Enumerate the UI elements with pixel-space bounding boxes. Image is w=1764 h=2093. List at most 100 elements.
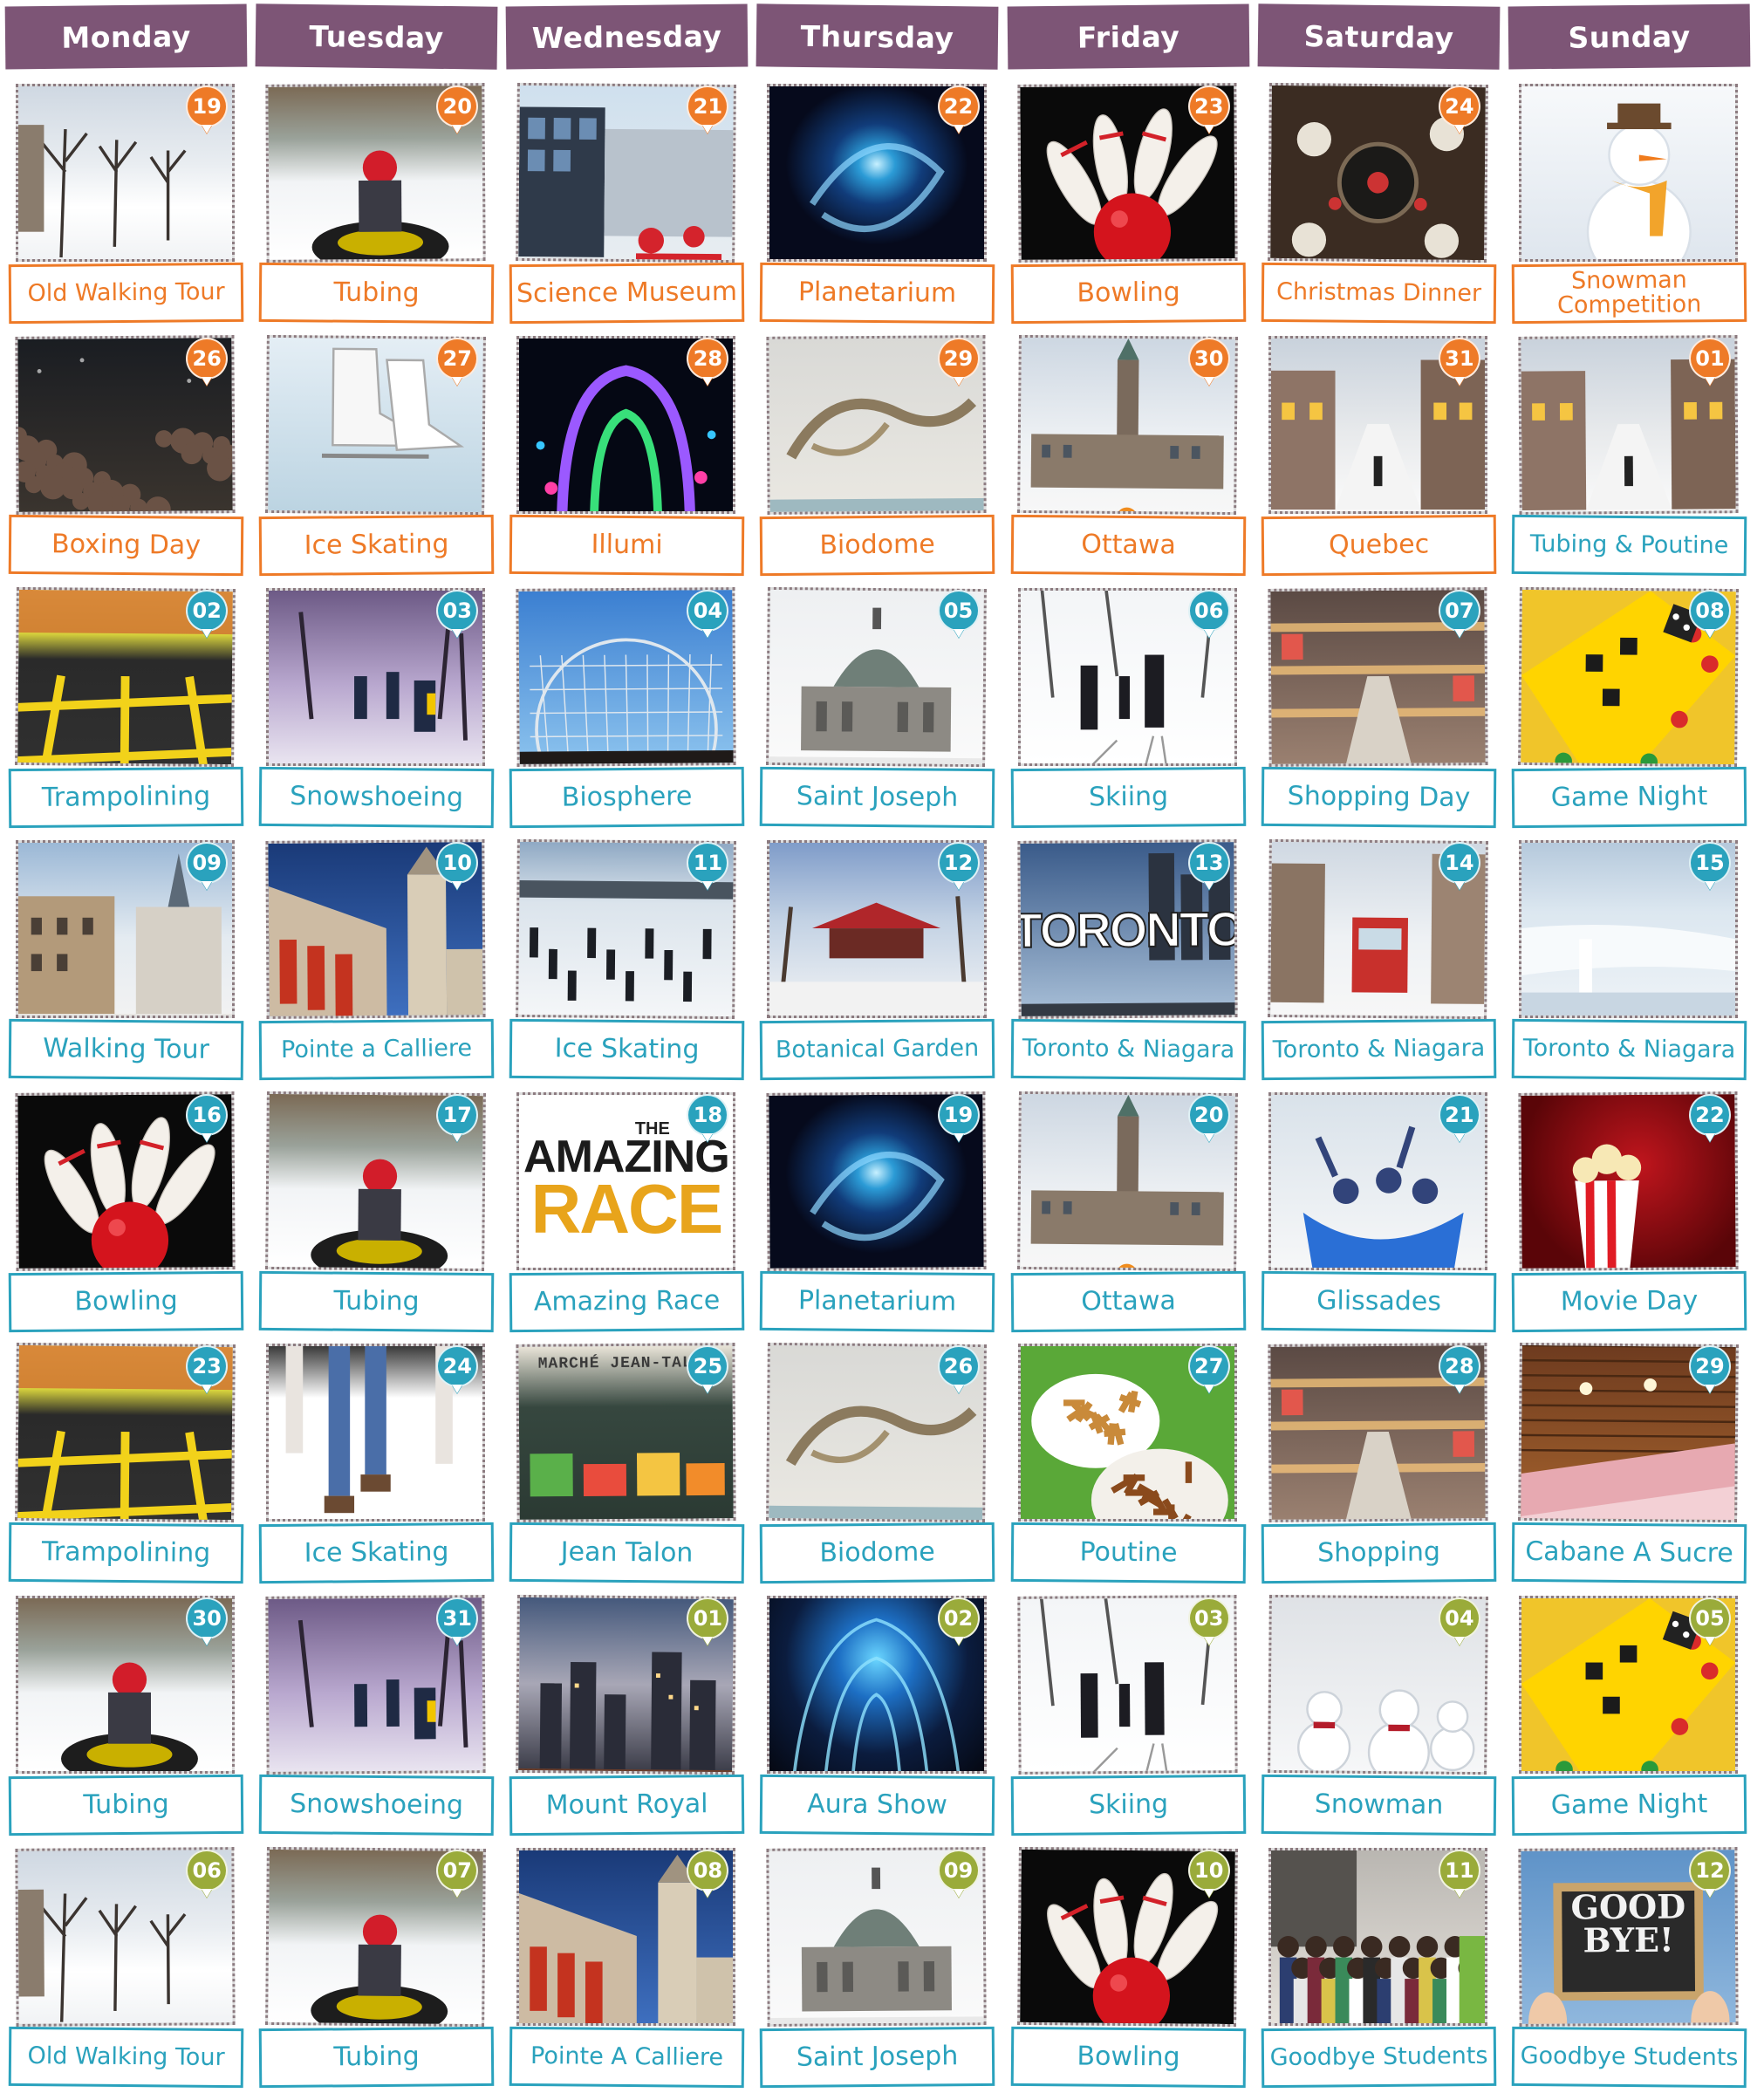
date-badge-pointer <box>1203 1385 1214 1395</box>
activity-card[interactable]: 26 Boxing Day <box>5 329 247 581</box>
date-badge: 20 <box>1187 1093 1230 1143</box>
activity-card[interactable]: 29 Cabane A Sucre <box>1508 1337 1750 1589</box>
activity-card[interactable]: MARCHÉ JEAN-TALON 25 Jean Talon <box>506 1337 748 1589</box>
activity-card[interactable]: 09 Walking Tour <box>5 833 247 1085</box>
activity-card[interactable]: 15 Toronto & Niagara <box>1508 833 1750 1085</box>
activity-card[interactable]: 14 Toronto & Niagara <box>1258 833 1500 1085</box>
date-badge: 12 <box>1688 1850 1731 1899</box>
date-badge-pointer <box>953 1133 964 1143</box>
activity-card[interactable]: 27 Poutine <box>1008 1337 1249 1589</box>
activity-card[interactable]: 06 Old Walking Tour <box>5 1841 247 2093</box>
activity-card[interactable]: 11 Ice Skating <box>506 833 748 1085</box>
date-badge-pointer <box>1453 1638 1465 1647</box>
activity-card[interactable]: 17 Tubing <box>256 1085 497 1337</box>
activity-label: Quebec <box>1261 514 1497 577</box>
date-badge-pointer <box>1203 1890 1214 1899</box>
activity-card[interactable]: 31 Quebec <box>1258 329 1500 581</box>
date-badge-pointer <box>202 881 213 891</box>
activity-card[interactable]: 30 Tubing <box>5 1589 247 1841</box>
activity-card[interactable]: 28 Shopping <box>1258 1337 1500 1589</box>
activity-label: Illumi <box>509 514 745 577</box>
activity-card[interactable]: 08 Game Night <box>1508 581 1750 833</box>
activity-label: Old Walking Tour <box>8 262 244 325</box>
activity-card[interactable]: 01 Mount Royal <box>506 1589 748 1841</box>
activity-card[interactable]: 01 Tubing & Poutine <box>1508 329 1750 581</box>
activity-card[interactable]: 05 Game Night <box>1508 1589 1750 1841</box>
activity-card[interactable]: 10 Bowling <box>1008 1841 1249 2093</box>
activity-card[interactable]: 08 Pointe A Calliere <box>506 1841 748 2093</box>
activity-card[interactable]: 31 Snowshoeing <box>256 1589 497 1841</box>
activity-card[interactable]: 27 Ice Skating <box>256 329 497 581</box>
activity-card[interactable]: 12 Botanical Garden <box>756 833 998 1085</box>
date-badge: 13 <box>1187 841 1230 891</box>
date-badge-pointer <box>702 377 714 386</box>
activity-card[interactable]: 19 Planetarium <box>756 1085 998 1337</box>
activity-card[interactable]: GOOD BYE! 12 Goodbye Students <box>1508 1841 1750 2093</box>
activity-card[interactable]: 02 Aura Show <box>756 1589 998 1841</box>
date-badge-pointer <box>1203 126 1214 134</box>
activity-label: Shopping Day <box>1261 766 1497 828</box>
activity-label: Aura Show <box>760 1775 995 1837</box>
day-header-friday: Friday <box>1007 3 1250 70</box>
activity-card[interactable]: 23 Trampolining <box>5 1337 247 1589</box>
activity-card[interactable]: 23 Bowling <box>1008 77 1249 329</box>
activity-card[interactable]: 02 Trampolining <box>5 581 247 833</box>
date-badge: 18 <box>687 1093 729 1143</box>
date-badge-pointer <box>452 1133 463 1143</box>
activity-card[interactable]: 20 Ottawa <box>1008 1085 1249 1337</box>
date-badge: 09 <box>937 1850 980 1899</box>
activity-card[interactable]: 05 Saint Joseph <box>756 581 998 833</box>
date-badge-pointer <box>452 1385 463 1395</box>
date-badge-pointer <box>202 126 213 134</box>
activity-card[interactable]: 03 Skiing <box>1008 1589 1249 1841</box>
activity-card[interactable]: 04 Snowman <box>1258 1589 1500 1841</box>
activity-card[interactable]: 07 Shopping Day <box>1258 581 1500 833</box>
activity-card[interactable]: 04 Biosphere <box>506 581 748 833</box>
activity-label: Ice Skating <box>509 1018 745 1080</box>
activity-label: Snowman Competition <box>1511 262 1747 325</box>
date-badge: 05 <box>937 589 980 639</box>
date-badge-pointer <box>452 1638 463 1647</box>
activity-card[interactable]: 03 Snowshoeing <box>256 581 497 833</box>
activity-card[interactable]: 09 Saint Joseph <box>756 1841 998 2093</box>
activity-card[interactable]: TORONTO 13 Toronto & Niagara <box>1008 833 1249 1085</box>
activity-label: Goodbye Students <box>1261 2026 1497 2089</box>
activity-card[interactable]: 30 Ottawa <box>1008 329 1249 581</box>
date-badge-pointer <box>452 1890 463 1899</box>
activity-label: Game Night <box>1511 1775 1747 1837</box>
activity-card[interactable]: 29 Biodome <box>756 329 998 581</box>
date-badge-pointer <box>702 1890 714 1899</box>
activity-card[interactable]: 21 Science Museum <box>506 77 748 329</box>
activity-card[interactable]: 26 Biodome <box>756 1337 998 1589</box>
activity-card[interactable]: 24 Ice Skating <box>256 1337 497 1589</box>
date-badge-pointer <box>1453 1385 1465 1395</box>
activity-label: Christmas Dinner <box>1261 262 1497 325</box>
activity-card[interactable]: 07 Tubing <box>256 1841 497 2093</box>
day-header-thursday: Thursday <box>756 3 999 70</box>
date-badge-pointer <box>1453 1890 1465 1899</box>
activity-card[interactable]: 22 Planetarium <box>756 77 998 329</box>
activity-label: Jean Talon <box>509 1522 745 1584</box>
activity-label: Ottawa <box>1010 1270 1246 1332</box>
activity-card[interactable]: 20 Tubing <box>256 77 497 329</box>
date-badge: 15 <box>1688 841 1731 891</box>
activity-card[interactable]: 11 Goodbye Students <box>1258 1841 1500 2093</box>
activity-card[interactable]: Snowman Competition <box>1508 77 1750 329</box>
date-badge-pointer <box>1704 881 1715 891</box>
activity-label: Snowman <box>1261 1775 1497 1837</box>
activity-card[interactable]: 06 Skiing <box>1008 581 1249 833</box>
activity-card[interactable]: 19 Old Walking Tour <box>5 77 247 329</box>
activity-card[interactable]: 22 Movie Day <box>1508 1085 1750 1337</box>
activity-card[interactable]: 16 Bowling <box>5 1085 247 1337</box>
activity-card[interactable]: 24 Christmas Dinner <box>1258 77 1500 329</box>
activity-card[interactable]: 21 Glissades <box>1258 1085 1500 1337</box>
activity-card[interactable]: THE AMAZING RACE 18 Amazing Race <box>506 1085 748 1337</box>
date-badge: 27 <box>436 337 479 386</box>
activity-card[interactable]: 10 Pointe a Calliere <box>256 833 497 1085</box>
activity-label: Tubing <box>8 1775 244 1837</box>
activity-label: Old Walking Tour <box>8 2026 244 2089</box>
activity-card[interactable]: 28 Illumi <box>506 329 748 581</box>
day-header-sunday: Sunday <box>1508 3 1751 70</box>
date-badge: 10 <box>1187 1850 1230 1899</box>
activity-label: Tubing & Poutine <box>1511 514 1747 577</box>
